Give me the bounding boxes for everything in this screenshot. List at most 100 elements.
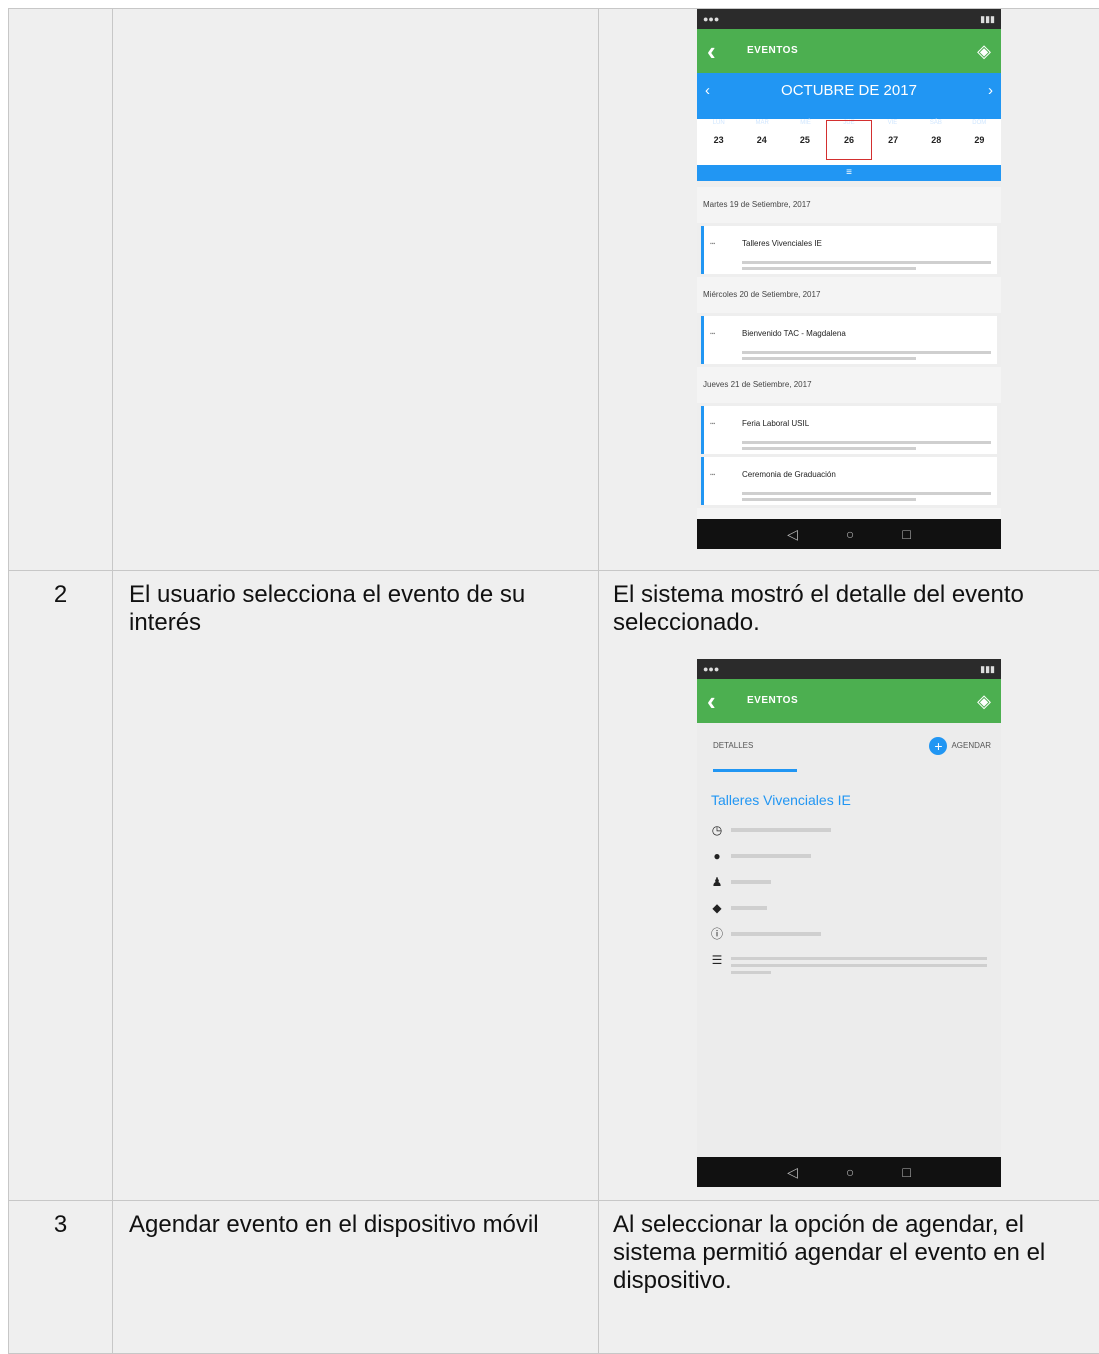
day-header: Martes 19 de Setiembre, 2017 (697, 187, 1001, 223)
table-row: 3 Agendar evento en el dispositivo móvil… (9, 1201, 1099, 1354)
calendar-day[interactable]: 29 (958, 126, 1001, 154)
weekday-label: LUN (697, 109, 740, 119)
app-bar: ‹ EVENTOS ◈ (697, 29, 1001, 73)
back-arrow-icon[interactable]: ‹ (707, 687, 737, 715)
prev-month-icon[interactable]: ‹ (705, 77, 710, 105)
detail-screenshot: ●●●▮▮▮ ‹ EVENTOS ◈ DETALLES + AGENDAR Tal… (697, 659, 1001, 1187)
detail-tabs: DETALLES + AGENDAR (697, 723, 1001, 769)
expected-result-cell: El sistema mostró el detalle del evento … (599, 571, 1099, 1201)
nav-recent-icon[interactable]: □ (902, 520, 910, 548)
event-detail: Talleres Vivenciales IE ◷ ● ♟ ◆ ⓘ ☰ (697, 772, 1001, 1170)
nav-home-icon[interactable]: ○ (846, 1158, 854, 1186)
event-desc-line (742, 447, 916, 450)
weekday-label: SÁB (914, 109, 957, 119)
tab-details[interactable]: DETALLES (707, 732, 753, 760)
event-desc-line (742, 261, 991, 264)
detail-row: ⓘ (711, 928, 987, 940)
step-number (9, 9, 113, 571)
info-icon: ⓘ (711, 928, 723, 940)
nav-recent-icon[interactable]: □ (902, 1158, 910, 1186)
step-description: Agendar evento en el dispositivo móvil (113, 1201, 599, 1354)
back-arrow-icon[interactable]: ‹ (707, 37, 737, 65)
calendar-day[interactable]: 27 (872, 126, 915, 154)
location-pin-icon: ● (711, 850, 723, 862)
step-number: 2 (9, 571, 113, 1201)
event-title: Talleres Vivenciales IE (711, 786, 987, 814)
event-desc-line (742, 351, 991, 354)
event-name: Feria Laboral USIL (742, 410, 991, 438)
tag-icon[interactable]: ◈ (977, 687, 991, 715)
step-number: 3 (9, 1201, 113, 1354)
tab-schedule[interactable]: + AGENDAR (929, 732, 991, 760)
list-toggle-icon[interactable]: ≡ (697, 165, 1001, 181)
android-nav-bar: ◁ ○ □ (697, 1157, 1001, 1187)
tab-schedule-label: AGENDAR (951, 741, 991, 750)
add-calendar-icon: + (929, 737, 947, 755)
event-name: Bienvenido TAC - Magdalena (742, 320, 991, 348)
event-time: ▪▪▪ (710, 230, 736, 270)
calendar-day[interactable]: 26 (826, 120, 871, 160)
detail-row: ● (711, 850, 987, 862)
calendar-day[interactable]: 25 (783, 126, 826, 154)
app-bar-title: EVENTOS (737, 687, 977, 715)
month-bar: ‹ OCTUBRE DE 2017 › (697, 73, 1001, 109)
event-body: Talleres Vivenciales IE (742, 230, 991, 270)
calendar-day[interactable]: 23 (697, 126, 740, 154)
event-desc-line (742, 357, 916, 360)
nav-back-icon[interactable]: ◁ (787, 520, 798, 548)
month-label: OCTUBRE DE 2017 (781, 77, 917, 105)
result-text: El sistema mostró el detalle del evento … (599, 571, 1099, 637)
status-bar: ●●●▮▮▮ (697, 659, 1001, 679)
clock-icon: ◷ (711, 824, 723, 836)
tag-icon[interactable]: ◈ (977, 37, 991, 65)
event-desc-line (742, 492, 991, 495)
nav-home-icon[interactable]: ○ (846, 520, 854, 548)
event-item[interactable]: ▪▪▪Feria Laboral USIL (701, 406, 997, 454)
event-time: ▪▪▪ (710, 410, 736, 450)
event-body: Feria Laboral USIL (742, 410, 991, 450)
weekday-label: MIÉ (784, 109, 827, 119)
event-body: Bienvenido TAC - Magdalena (742, 320, 991, 360)
event-list: Martes 19 de Setiembre, 2017▪▪▪Talleres … (697, 181, 1001, 549)
next-month-icon[interactable]: › (988, 77, 993, 105)
app-bar: ‹ EVENTOS ◈ (697, 679, 1001, 723)
calendar-screenshot: ●●●▮▮▮ ‹ EVENTOS ◈ ‹ OCTUBRE DE 2017 › L… (697, 9, 1001, 549)
weekday-label: DOM (958, 109, 1001, 119)
step-description (113, 9, 599, 571)
event-name: Talleres Vivenciales IE (742, 230, 991, 258)
weekday-row: LUNMARMIÉJUEVIESÁBDOM (697, 109, 1001, 119)
expected-result: Al seleccionar la opción de agendar, el … (599, 1201, 1099, 1354)
expected-result-cell: ●●●▮▮▮ ‹ EVENTOS ◈ ‹ OCTUBRE DE 2017 › L… (599, 9, 1099, 571)
status-bar: ●●●▮▮▮ (697, 9, 1001, 29)
detail-row: ☰ (711, 954, 987, 974)
list-icon: ☰ (711, 954, 723, 966)
tag-icon: ◆ (711, 902, 723, 914)
calendar-day[interactable]: 24 (740, 126, 783, 154)
table-row: ●●●▮▮▮ ‹ EVENTOS ◈ ‹ OCTUBRE DE 2017 › L… (9, 9, 1099, 571)
event-desc-line (742, 498, 916, 501)
days-row: 23242526272829 (697, 119, 1001, 161)
test-case-table: ●●●▮▮▮ ‹ EVENTOS ◈ ‹ OCTUBRE DE 2017 › L… (8, 8, 1099, 1354)
detail-row: ◷ (711, 824, 987, 836)
weekday-label: JUE (827, 109, 870, 119)
day-header: Jueves 21 de Setiembre, 2017 (697, 367, 1001, 403)
person-icon: ♟ (711, 876, 723, 888)
android-nav-bar: ◁ ○ □ (697, 519, 1001, 549)
calendar-day[interactable]: 28 (915, 126, 958, 154)
event-desc-line (742, 267, 916, 270)
nav-back-icon[interactable]: ◁ (787, 1158, 798, 1186)
table-row: 2 El usuario selecciona el evento de su … (9, 571, 1099, 1201)
weekday-label: MAR (740, 109, 783, 119)
event-desc-line (742, 441, 991, 444)
event-body: Ceremonia de Graduación (742, 461, 991, 501)
event-name: Ceremonia de Graduación (742, 461, 991, 489)
detail-row: ♟ (711, 876, 987, 888)
app-bar-title: EVENTOS (737, 37, 977, 65)
event-item[interactable]: ▪▪▪Talleres Vivenciales IE (701, 226, 997, 274)
detail-row: ◆ (711, 902, 987, 914)
event-time: ▪▪▪ (710, 320, 736, 360)
event-item[interactable]: ▪▪▪Ceremonia de Graduación (701, 457, 997, 505)
event-time: ▪▪▪ (710, 461, 736, 501)
event-item[interactable]: ▪▪▪Bienvenido TAC - Magdalena (701, 316, 997, 364)
step-description: El usuario selecciona el evento de su in… (113, 571, 599, 1201)
